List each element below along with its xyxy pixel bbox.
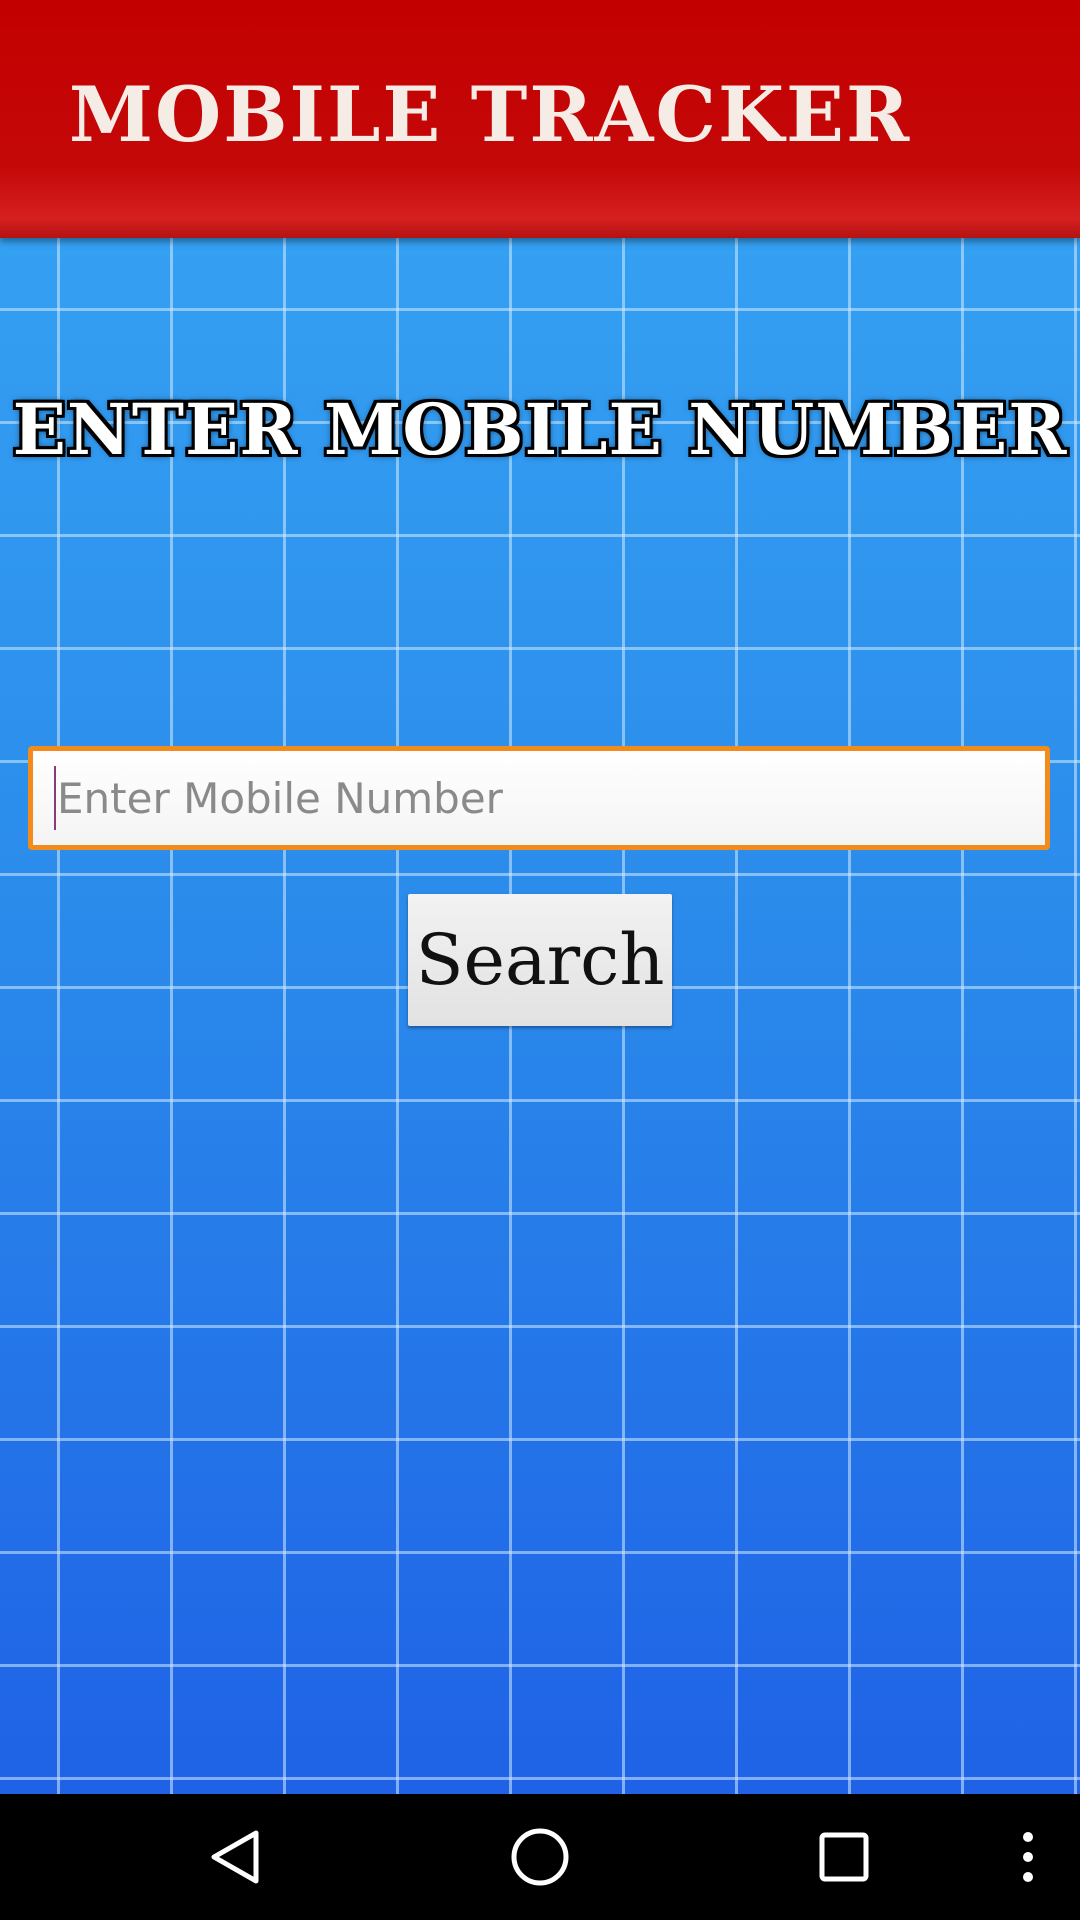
app-title: MOBILE TRACKER	[68, 70, 912, 159]
app-header: MOBILE TRACKER	[0, 0, 1080, 238]
more-options-button[interactable]	[1000, 1794, 1056, 1920]
screen: MOBILE TRACKER ENTER MOBILE NUMBER Searc…	[0, 0, 1080, 1920]
back-icon	[211, 1830, 259, 1884]
recents-icon	[819, 1832, 869, 1882]
home-icon	[511, 1828, 569, 1886]
enter-number-heading: ENTER MOBILE NUMBER	[12, 388, 1068, 471]
recents-button[interactable]	[784, 1794, 904, 1920]
back-button[interactable]	[176, 1794, 296, 1920]
text-cursor	[54, 766, 56, 830]
main-content: ENTER MOBILE NUMBER Search	[0, 238, 1080, 1794]
search-button[interactable]: Search	[408, 894, 672, 1026]
more-options-icon	[1023, 1832, 1033, 1882]
mobile-number-input[interactable]	[28, 746, 1050, 850]
navigation-bar	[0, 1794, 1080, 1920]
home-button[interactable]	[480, 1794, 600, 1920]
